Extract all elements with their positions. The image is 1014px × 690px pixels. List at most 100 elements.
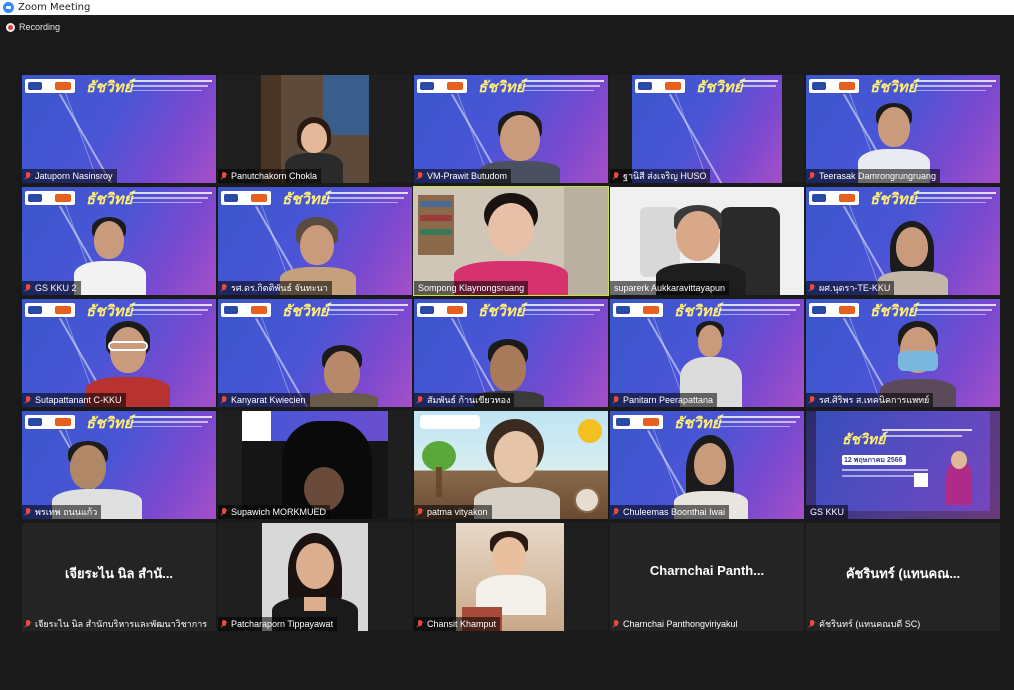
participant-nameplate: ฐานิสี ส่งเจริญ HUSO — [610, 169, 711, 183]
participant-tile[interactable]: Chansit Khamput — [414, 523, 608, 631]
slide-brand: ธัชวิทย์ — [870, 190, 917, 208]
sponsor-logo — [809, 191, 859, 205]
sponsor-logo — [809, 79, 859, 93]
sponsor-logo — [809, 303, 859, 317]
participant-tile[interactable]: ธัชวิทย์ Kanyarat Kwiecien — [218, 299, 412, 407]
participant-nameplate: Sutapattanant C-KKU — [22, 393, 126, 407]
window-title: Zoom Meeting — [18, 2, 91, 13]
participant-nameplate: Panutchakorn Chokla — [218, 169, 322, 183]
participant-name: คัชรินทร์ (แทนคณบดี SC) — [819, 619, 921, 629]
participant-name: Panutchakorn Chokla — [231, 171, 318, 181]
participant-nameplate: Patcharaporn Tippayawat — [218, 617, 338, 631]
muted-mic-icon — [809, 172, 815, 180]
participant-name: Kanyarat Kwiecien — [231, 395, 306, 405]
participant-tile[interactable]: ธัชวิทย์ Panitarn Peerapattana — [610, 299, 804, 407]
participant-nameplate: Panitarn Peerapattana — [610, 393, 718, 407]
participant-tile[interactable]: Patcharaporn Tippayawat — [218, 523, 412, 631]
slide-brand: ธัชวิทย์ — [282, 190, 329, 208]
participant-tile-active-speaker[interactable]: Sompong Klaynongsruang — [413, 186, 609, 296]
participant-nameplate: patma vityakon — [414, 505, 492, 519]
sponsor-logo — [25, 191, 75, 205]
recording-icon — [6, 22, 15, 32]
participant-video — [456, 523, 564, 631]
participant-video — [610, 187, 804, 295]
participant-tile[interactable]: ธัชวิทย์ สัมพันธ์ ก้านเขียวทอง — [414, 299, 608, 407]
participant-tile[interactable]: Panutchakorn Chokla — [218, 75, 412, 183]
participant-tile[interactable]: patma vityakon — [414, 411, 608, 519]
participant-display-name: Charnchai Panth... — [649, 563, 765, 578]
participant-nameplate: Chuleemas Boonthai Iwai — [610, 505, 730, 519]
muted-mic-icon — [417, 620, 423, 628]
participant-nameplate: GS KKU 2 — [22, 281, 81, 295]
muted-mic-icon — [613, 396, 619, 404]
participant-name: ฐานิสี ส่งเจริญ HUSO — [623, 171, 707, 181]
participant-nameplate: ผศ.นุดรา-TE-KKU — [806, 281, 895, 295]
slide-brand: ธัชวิทย์ — [86, 302, 133, 320]
slide-brand: ธัชวิทย์ — [86, 414, 133, 432]
slide-brand: ธัชวิทย์ — [478, 302, 525, 320]
participant-name: Jatuporn Nasinsroy — [35, 171, 113, 181]
participant-video — [242, 411, 388, 519]
participant-tile-video-off[interactable]: คัชรินทร์ (แทนคณ... คัชรินทร์ (แทนคณบดี … — [806, 523, 1000, 631]
participant-nameplate: พรเทพ ถนนแก้ว — [22, 505, 102, 519]
sponsor-logo — [221, 191, 271, 205]
muted-mic-icon — [809, 284, 815, 292]
participant-tile[interactable]: ธัชวิทย์ พรเทพ ถนนแก้ว — [22, 411, 216, 519]
slide-brand: ธัชวิทย์ — [86, 190, 133, 208]
slide-brand: ธัชวิทย์ — [674, 414, 721, 432]
sponsor-logo — [417, 303, 467, 317]
muted-mic-icon — [417, 396, 423, 404]
participant-tile[interactable]: ธัชวิทย์ 12 พฤษภาคม 2566 GS KKU — [806, 411, 1000, 519]
muted-mic-icon — [25, 396, 31, 404]
participant-name: Patcharaporn Tippayawat — [231, 619, 334, 629]
muted-mic-icon — [25, 172, 31, 180]
muted-mic-icon — [417, 508, 423, 516]
muted-mic-icon — [221, 620, 227, 628]
participant-nameplate: suparerk Aukkaravittayapun — [610, 281, 730, 295]
sponsor-logo — [417, 79, 467, 93]
slide-brand: ธัชวิทย์ — [870, 78, 917, 96]
participant-nameplate: รศ.ศิริพร ส.เทคนิคการแพทย์ — [806, 393, 934, 407]
participant-name: Teerasak Damrongrungruang — [819, 171, 937, 181]
participant-nameplate: Kanyarat Kwiecien — [218, 393, 310, 407]
participant-name: GS KKU — [810, 507, 845, 517]
participant-tile[interactable]: ธัชวิทย์ Chuleemas Boonthai Iwai — [610, 411, 804, 519]
participant-name: Panitarn Peerapattana — [623, 395, 714, 405]
participant-video — [414, 411, 608, 519]
participant-tile[interactable]: ธัชวิทย์ Jatuporn Nasinsroy — [22, 75, 216, 183]
participant-tile[interactable]: ธัชวิทย์ GS KKU 2 — [22, 187, 216, 295]
slide-brand: ธัชวิทย์ — [86, 78, 133, 96]
participant-tile[interactable]: ธัชวิทย์ Teerasak Damrongrungruang — [806, 75, 1000, 183]
participant-nameplate: Teerasak Damrongrungruang — [806, 169, 941, 183]
participant-tile[interactable]: ธัชวิทย์ รศ.ดร.กิตติพันธ์ จันทะนา — [218, 187, 412, 295]
participant-nameplate: คัชรินทร์ (แทนคณบดี SC) — [806, 617, 924, 631]
sponsor-logo — [221, 303, 271, 317]
recording-indicator[interactable]: Recording — [6, 22, 60, 32]
participant-tile[interactable]: ธัชวิทย์ ฐานิสี ส่งเจริญ HUSO — [610, 75, 804, 183]
sponsor-logo — [25, 79, 75, 93]
participant-display-name: เจียระไน นิล สำนั... — [64, 566, 174, 581]
muted-mic-icon — [25, 508, 31, 516]
participant-tile[interactable]: ธัชวิทย์ Sutapattanant C-KKU — [22, 299, 216, 407]
participant-nameplate: สัมพันธ์ ก้านเขียวทอง — [414, 393, 515, 407]
participant-tile[interactable]: suparerk Aukkaravittayapun — [610, 187, 804, 295]
participant-tile[interactable]: ธัชวิทย์ ผศ.นุดรา-TE-KKU — [806, 187, 1000, 295]
participant-nameplate: GS KKU — [806, 505, 849, 519]
window-titlebar: Zoom Meeting — [0, 0, 1014, 15]
participant-nameplate: เจียระไน นิล สำนักบริหารและพัฒนาวิชาการ — [22, 617, 211, 631]
participant-name: รศ.ศิริพร ส.เทคนิคการแพทย์ — [819, 395, 930, 405]
muted-mic-icon — [809, 620, 815, 628]
muted-mic-icon — [221, 284, 227, 292]
slide-brand: ธัชวิทย์ — [282, 302, 329, 320]
sponsor-logo — [613, 415, 663, 429]
muted-mic-icon — [25, 620, 31, 628]
participant-video — [262, 523, 368, 631]
participant-tile-video-off[interactable]: Charnchai Panth... Charnchai Panthongvir… — [610, 523, 804, 631]
participant-tile[interactable]: Supawich MORKMUED — [218, 411, 412, 519]
participant-video: ธัชวิทย์ 12 พฤษภาคม 2566 — [806, 411, 1000, 519]
shared-slide-background: ธัชวิทย์ — [218, 299, 412, 407]
participant-name: suparerk Aukkaravittayapun — [614, 283, 726, 293]
participant-tile[interactable]: ธัชวิทย์ รศ.ศิริพร ส.เทคนิคการแพทย์ — [806, 299, 1000, 407]
participant-tile-video-off[interactable]: เจียระไน นิล สำนั... เจียระไน นิล สำนักบ… — [22, 523, 216, 631]
participant-tile[interactable]: ธัชวิทย์ VM-Prawit Butudom — [414, 75, 608, 183]
